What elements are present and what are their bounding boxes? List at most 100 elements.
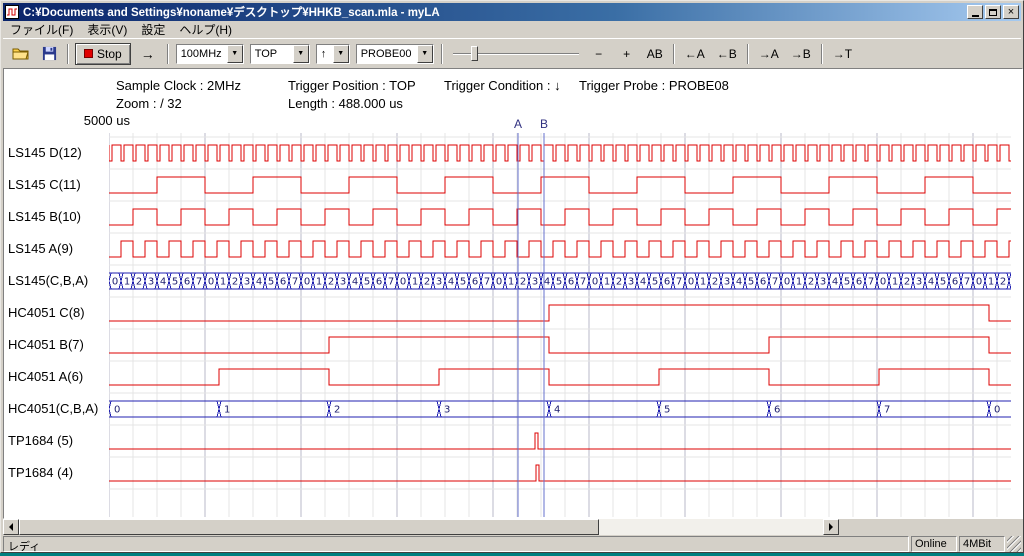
cursor-label-A[interactable]: A xyxy=(512,117,524,131)
bus-value: 1 xyxy=(220,277,226,288)
bus-value: 0 xyxy=(112,277,118,288)
waveform-plot: 0123456701234567012345670123456701234567… xyxy=(109,133,1011,517)
channel-label: HC4051 A(6) xyxy=(8,361,83,393)
jump-trigger-button[interactable]: →T xyxy=(828,43,857,65)
trigger-edge-select[interactable]: ↑ ▼ xyxy=(316,44,350,64)
bus-value: 2 xyxy=(334,405,340,416)
scroll-left-button[interactable] xyxy=(3,519,19,535)
resize-grip[interactable] xyxy=(1007,536,1021,552)
scrollbar-thumb[interactable] xyxy=(19,519,599,535)
bus-value: 6 xyxy=(376,277,382,288)
jump-left-a-button[interactable]: ←A xyxy=(680,43,710,65)
trigger-probe-info: Trigger Probe : PROBE08 xyxy=(579,78,729,93)
toolbar-separator xyxy=(747,44,749,64)
minimize-button[interactable] xyxy=(967,5,983,19)
waveform-counter_bit xyxy=(109,369,1011,385)
cursor-label-B[interactable]: B xyxy=(538,117,550,131)
waveform-counter_bit xyxy=(109,305,1011,321)
bus-value: 0 xyxy=(592,277,598,288)
channel-label: LS145 D(12) xyxy=(8,137,82,169)
stop-button[interactable]: Stop xyxy=(75,43,131,65)
chevron-down-icon[interactable]: ▼ xyxy=(417,45,433,63)
channel-label: LS145 B(10) xyxy=(8,201,81,233)
bus-value: 7 xyxy=(580,277,586,288)
bus-value: 7 xyxy=(868,277,874,288)
channel-label: LS145 A(9) xyxy=(8,233,73,265)
jump-right-b-button[interactable]: →B xyxy=(786,43,816,65)
horizontal-scrollbar[interactable] xyxy=(3,519,839,535)
bus-value: 3 xyxy=(724,277,730,288)
channel-label: TP1684 (4) xyxy=(8,457,73,489)
bus-value: 4 xyxy=(256,277,262,288)
scroll-right-button[interactable] xyxy=(823,519,839,535)
bus-value: 4 xyxy=(554,405,560,416)
bus-value: 0 xyxy=(976,277,982,288)
bus-value: 1 xyxy=(700,277,706,288)
menu-settings[interactable]: 設定 xyxy=(134,20,172,39)
sample-clock-select[interactable]: 100MHz ▼ xyxy=(176,44,244,64)
bus-value: 4 xyxy=(352,277,358,288)
time-scale-label: 5000 us xyxy=(60,113,130,128)
maximize-icon xyxy=(989,9,997,16)
maximize-button[interactable] xyxy=(985,5,1001,19)
trigger-probe-value: PROBE00 xyxy=(357,45,417,63)
bus-value: 6 xyxy=(856,277,862,288)
bus-value: 5 xyxy=(460,277,466,288)
toolbar-nav-buttons: −+AB ←A←B →A→B →T xyxy=(585,43,858,65)
save-button[interactable] xyxy=(36,43,62,65)
jump-right-a-button[interactable]: →A xyxy=(754,43,784,65)
bus-value: 6 xyxy=(760,277,766,288)
trigger-edge-value: ↑ xyxy=(317,45,333,63)
zoom-out-button[interactable]: − xyxy=(586,43,612,65)
status-bar: レディ Online 4MBit xyxy=(3,536,1021,552)
bus-value: 7 xyxy=(676,277,682,288)
bus-value: 4 xyxy=(160,277,166,288)
chevron-down-icon[interactable]: ▼ xyxy=(293,45,309,63)
bus-value: 4 xyxy=(928,277,934,288)
window-title: C:¥Documents and Settings¥noname¥デスクトップ¥… xyxy=(23,4,967,20)
signal-trace xyxy=(109,465,1011,481)
menu-view[interactable]: 表示(V) xyxy=(80,20,134,39)
bus-value: 7 xyxy=(484,277,490,288)
close-icon: × xyxy=(1008,7,1014,17)
app-window: C:¥Documents and Settings¥noname¥デスクトップ¥… xyxy=(0,0,1024,553)
sample-clock-info: Sample Clock : 2MHz xyxy=(116,78,241,93)
bus-value: 2 xyxy=(232,277,238,288)
bus-value: 3 xyxy=(244,277,250,288)
stop-label: Stop xyxy=(97,47,122,61)
plot-grid xyxy=(109,133,1011,517)
bus-value: 6 xyxy=(664,277,670,288)
bus-value: 1 xyxy=(508,277,514,288)
menu-file[interactable]: ファイル(F) xyxy=(3,20,80,39)
chevron-down-icon[interactable]: ▼ xyxy=(333,45,349,63)
signal-trace xyxy=(109,369,1011,385)
run-button[interactable]: → xyxy=(134,43,162,65)
zoom-in-button[interactable]: + xyxy=(614,43,640,65)
zoom-slider[interactable] xyxy=(453,43,579,65)
cursor-ab-button[interactable]: AB xyxy=(642,43,668,65)
bus-value: 2 xyxy=(1000,277,1006,288)
bus-value: 0 xyxy=(496,277,502,288)
trigger-probe-select[interactable]: PROBE00 ▼ xyxy=(356,44,434,64)
bus-value: 1 xyxy=(224,405,230,416)
bus-value: 5 xyxy=(652,277,658,288)
menu-help[interactable]: ヘルプ(H) xyxy=(172,20,239,39)
open-file-button[interactable] xyxy=(8,43,34,65)
signal-trace xyxy=(109,337,1011,353)
close-button[interactable]: × xyxy=(1003,5,1019,19)
title-bar[interactable]: C:¥Documents and Settings¥noname¥デスクトップ¥… xyxy=(3,3,1021,21)
zoom-slider-thumb[interactable] xyxy=(471,46,478,61)
scrollbar-track[interactable] xyxy=(19,519,823,535)
bus-value: 7 xyxy=(964,277,970,288)
status-online-badge: Online xyxy=(911,536,957,552)
jump-left-b-button[interactable]: ←B xyxy=(712,43,742,65)
chevron-down-icon[interactable]: ▼ xyxy=(227,45,243,63)
bus-value: 2 xyxy=(808,277,814,288)
scrollbar-filler xyxy=(839,519,1023,535)
bus-value: 3 xyxy=(820,277,826,288)
bus-value: 6 xyxy=(774,405,780,416)
bus-value: 0 xyxy=(208,277,214,288)
trigger-position-select[interactable]: TOP ▼ xyxy=(250,44,310,64)
minimize-icon xyxy=(972,15,979,17)
signal-trace xyxy=(109,241,1011,257)
